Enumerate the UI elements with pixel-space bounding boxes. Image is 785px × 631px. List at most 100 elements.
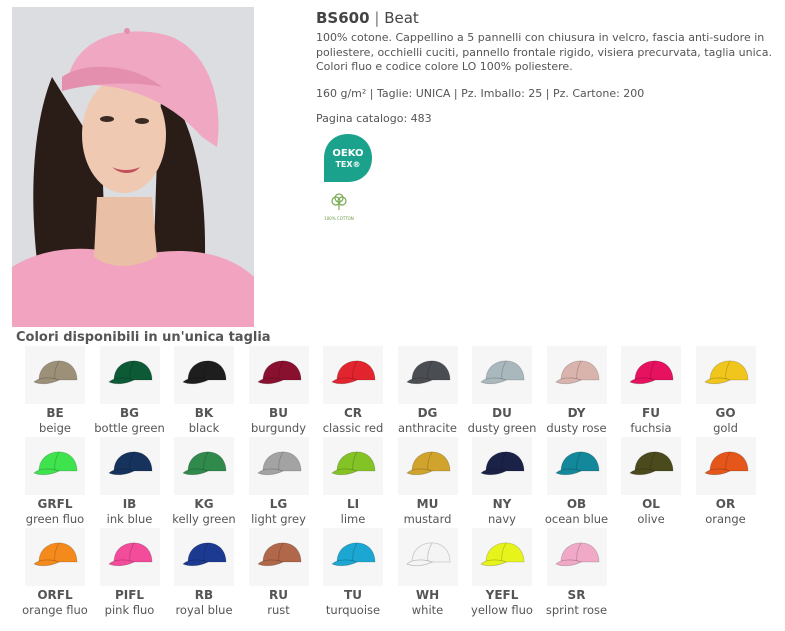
cap-thumbnail [248, 437, 309, 495]
swatch-color-name: mustard [403, 512, 452, 526]
cap-icon [554, 542, 599, 567]
color-swatch[interactable]: DG anthracite [391, 346, 465, 436]
color-swatch[interactable]: GRFL green fluo [18, 437, 92, 527]
cap-thumbnail [25, 346, 85, 404]
cap-icon [480, 360, 525, 385]
color-swatch[interactable]: DY dusty rose [540, 346, 614, 436]
swatch-color-name: fuchsia [630, 421, 672, 435]
swatch-color-name: dusty rose [546, 421, 607, 435]
color-swatch[interactable]: SR sprint rose [540, 528, 614, 618]
product-name: Beat [384, 9, 419, 27]
color-swatch[interactable]: CR classic red [316, 346, 390, 436]
cap-thumbnail [174, 528, 234, 586]
swatch-color-name: bottle green [94, 421, 165, 435]
swatch-code: WH [415, 588, 440, 602]
swatch-color-name: black [188, 421, 220, 435]
swatch-code: BG [120, 406, 139, 420]
color-swatch[interactable]: FU fuchsia [614, 346, 688, 436]
cap-icon [182, 542, 227, 567]
swatch-code: ORFL [37, 588, 73, 602]
cap-icon [107, 542, 152, 567]
cap-thumbnail [695, 437, 756, 495]
swatch-code: RU [269, 588, 288, 602]
catalog-page: Pagina catalogo: 483 [316, 111, 432, 125]
color-swatch[interactable]: BU burgundy [242, 346, 316, 436]
cap-icon [405, 542, 450, 567]
color-swatch[interactable]: YEFL yellow fluo [465, 528, 539, 618]
product-photo [12, 7, 254, 327]
color-swatch[interactable]: KG kelly green [167, 437, 241, 527]
cap-thumbnail [99, 528, 160, 586]
color-swatch[interactable]: LG light grey [242, 437, 316, 527]
swatch-color-name: green fluo [25, 512, 85, 526]
color-swatch[interactable]: WH white [391, 528, 465, 618]
color-swatch[interactable]: DU dusty green [465, 346, 539, 436]
color-swatch[interactable]: OB ocean blue [540, 437, 614, 527]
color-swatch[interactable]: RB royal blue [167, 528, 241, 618]
swatch-code: YEFL [485, 588, 519, 602]
swatch-color-name: navy [488, 512, 516, 526]
swatch-code: KG [194, 497, 214, 511]
swatch-code: OB [566, 497, 587, 511]
color-swatch[interactable]: BG bottle green [93, 346, 167, 436]
color-swatch[interactable]: BK black [167, 346, 241, 436]
cap-icon [405, 360, 450, 385]
cap-thumbnail [695, 346, 756, 404]
color-swatch[interactable]: IB ink blue [93, 437, 167, 527]
cap-thumbnail [546, 346, 607, 404]
cap-icon [256, 451, 301, 476]
color-swatch[interactable]: RU rust [242, 528, 316, 618]
cap-thumbnail [248, 346, 309, 404]
cap-icon [331, 542, 376, 567]
swatch-color-name: lime [340, 512, 366, 526]
swatch-code: RB [194, 588, 214, 602]
cap-thumbnail [397, 528, 458, 586]
cap-icon [33, 360, 78, 385]
cap-icon [331, 360, 376, 385]
swatch-color-name: rust [267, 603, 290, 617]
cap-icon [405, 451, 450, 476]
swatch-color-name: pink fluo [104, 603, 155, 617]
product-info: BS600 | Beat 100% cotone. Cappellino a 5… [316, 7, 776, 125]
swatch-color-name: olive [637, 512, 665, 526]
swatch-code: GO [715, 406, 736, 420]
color-swatch[interactable]: BE beige [18, 346, 92, 436]
swatch-color-name: classic red [322, 421, 384, 435]
cap-icon [703, 451, 748, 476]
swatch-code: CR [343, 406, 363, 420]
product-code: BS600 [316, 9, 370, 27]
color-swatch[interactable]: ORFL orange fluo [18, 528, 92, 618]
title-separator: | [374, 9, 380, 27]
colors-section-title: Colori disponibili in un'unica taglia [16, 330, 271, 345]
color-swatch[interactable]: PIFL pink fluo [93, 528, 167, 618]
color-swatch[interactable]: MU mustard [391, 437, 465, 527]
cap-icon [629, 451, 674, 476]
swatch-color-name: white [411, 603, 444, 617]
product-title: BS600 | Beat [316, 9, 776, 27]
cap-icon [554, 360, 599, 385]
color-swatch[interactable]: NY navy [465, 437, 539, 527]
color-swatch[interactable]: LI lime [316, 437, 390, 527]
cap-icon [554, 451, 599, 476]
color-swatch[interactable]: GO gold [689, 346, 763, 436]
swatch-code: PIFL [114, 588, 145, 602]
cap-thumbnail [397, 346, 458, 404]
cap-thumbnail [99, 437, 160, 495]
color-swatch[interactable]: OR orange [689, 437, 763, 527]
swatch-code: LI [346, 497, 360, 511]
product-specs: 160 g/m² | Taglie: UNICA | Pz. Imballo: … [316, 86, 645, 100]
cap-icon [107, 360, 152, 385]
swatch-color-name: light grey [251, 512, 306, 526]
color-swatch[interactable]: OL olive [614, 437, 688, 527]
swatch-color-name: beige [39, 421, 71, 435]
swatch-code: DY [567, 406, 586, 420]
cap-icon [33, 451, 78, 476]
cap-icon [480, 451, 525, 476]
swatch-color-name: orange fluo [22, 603, 88, 617]
oeko-tex-badge: OEKO TEX® [323, 133, 373, 187]
swatch-color-name: ink blue [106, 512, 153, 526]
swatch-color-name: royal blue [175, 603, 233, 617]
color-swatch[interactable]: TU turquoise [316, 528, 390, 618]
swatch-code: BU [269, 406, 288, 420]
cap-thumbnail [25, 437, 85, 495]
